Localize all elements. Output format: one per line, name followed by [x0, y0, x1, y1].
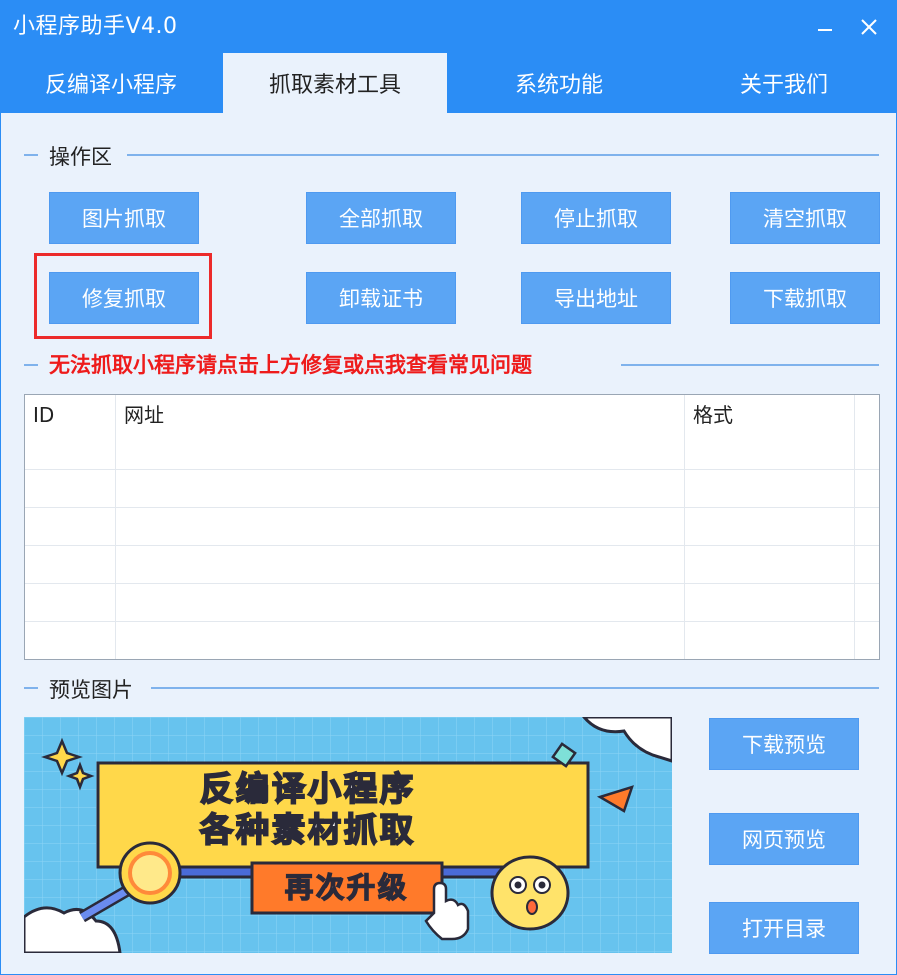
download-preview-button[interactable]: 下载预览: [709, 718, 859, 770]
banner-badge-text: 再次升级: [285, 871, 409, 904]
clear-grab-button[interactable]: 清空抓取: [730, 192, 880, 244]
row-divider: [25, 507, 879, 508]
open-directory-button[interactable]: 打开目录: [709, 902, 859, 954]
window-title: 小程序助手V4.0: [13, 14, 178, 39]
grab-all-button[interactable]: 全部抓取: [306, 192, 456, 244]
column-header-format[interactable]: 格式: [685, 395, 853, 433]
minimize-icon[interactable]: [809, 11, 841, 43]
row-divider: [25, 621, 879, 622]
faq-warning-link[interactable]: 无法抓取小程序请点击上方修复或点我查看常见问题: [45, 349, 536, 379]
preview-image: 反编译小程序 各种素材抓取 再次升级: [24, 717, 672, 953]
url-table: ID 网址 格式: [24, 394, 880, 660]
app-window: 小程序助手V4.0 反编译小程序 抓取素材工具 系统功能 关于我们 操作区 图片…: [0, 0, 897, 975]
section-divider: [621, 364, 879, 366]
tab-bar: 反编译小程序 抓取素材工具 系统功能 关于我们: [1, 53, 897, 113]
row-divider: [25, 469, 879, 470]
row-divider: [25, 583, 879, 584]
operations-section-title: 操作区: [45, 141, 116, 171]
column-header-id[interactable]: ID: [25, 395, 115, 433]
column-divider: [115, 395, 116, 659]
section-divider: [24, 364, 38, 366]
row-divider: [25, 545, 879, 546]
banner-title-line2: 各种素材抓取: [199, 810, 416, 849]
section-divider: [127, 154, 879, 156]
tab-system[interactable]: 系统功能: [447, 53, 671, 113]
preview-banner-art: 反编译小程序 各种素材抓取 再次升级: [24, 717, 672, 953]
download-grab-button[interactable]: 下载抓取: [730, 272, 880, 324]
tab-grab-assets[interactable]: 抓取素材工具: [223, 53, 447, 113]
emoji-face-icon: [490, 855, 570, 931]
title-bar: 小程序助手V4.0 反编译小程序 抓取素材工具 系统功能 关于我们: [1, 1, 897, 113]
tab-decompile[interactable]: 反编译小程序: [1, 53, 221, 113]
banner-title-line1: 反编译小程序: [200, 769, 416, 808]
grab-images-button[interactable]: 图片抓取: [49, 192, 199, 244]
export-urls-button[interactable]: 导出地址: [521, 272, 671, 324]
section-divider: [24, 154, 38, 156]
close-icon[interactable]: [853, 11, 885, 43]
highlight-box: [34, 253, 212, 339]
preview-section-title: 预览图片: [45, 674, 137, 704]
stop-grab-button[interactable]: 停止抓取: [521, 192, 671, 244]
uninstall-cert-button[interactable]: 卸载证书: [306, 272, 456, 324]
section-divider: [24, 687, 38, 689]
tab-about[interactable]: 关于我们: [671, 53, 897, 113]
column-divider: [854, 395, 855, 659]
column-divider: [684, 395, 685, 659]
section-divider: [151, 687, 879, 689]
web-preview-button[interactable]: 网页预览: [709, 813, 859, 865]
column-header-url[interactable]: 网址: [116, 395, 684, 433]
